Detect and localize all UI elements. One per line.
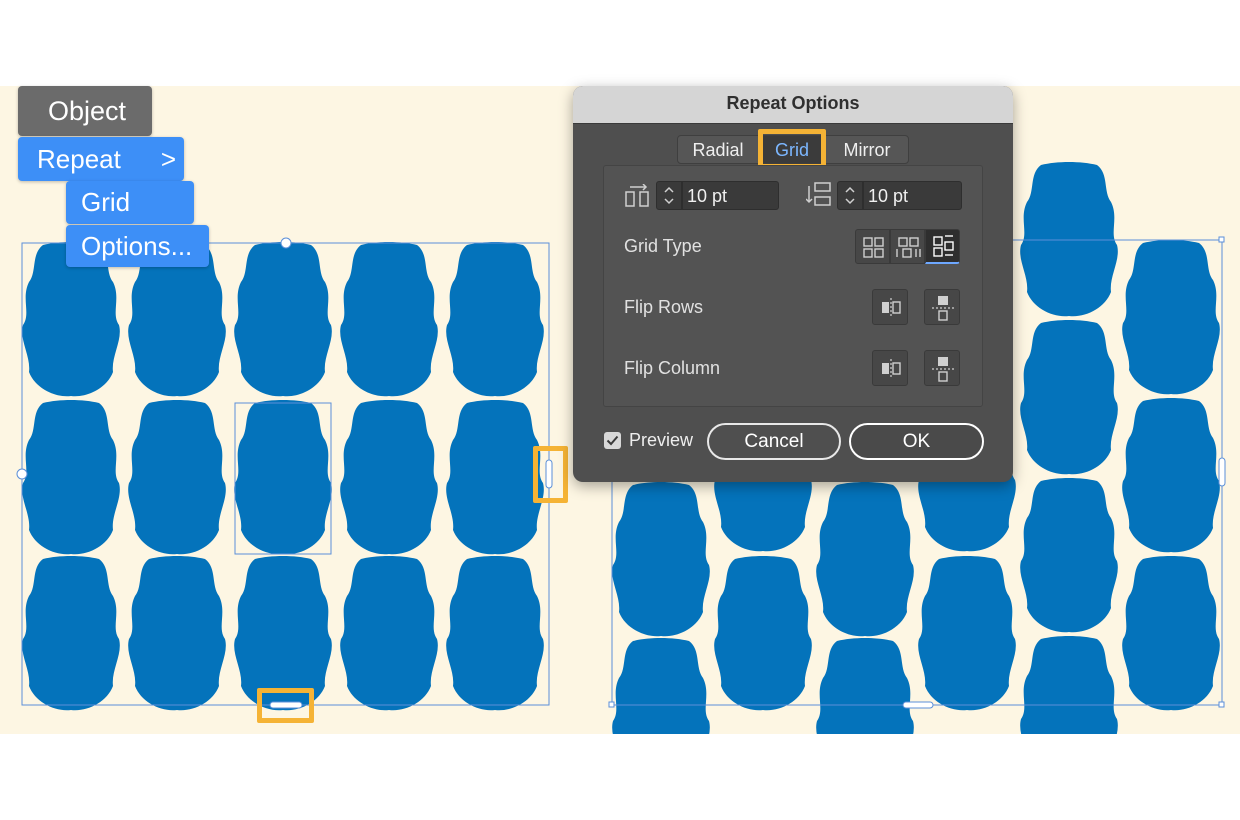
- grid-type-brick-row-button[interactable]: [890, 229, 925, 264]
- horizontal-spacing-icon: [625, 184, 649, 207]
- left-repeat-grid[interactable]: [16, 237, 553, 711]
- flip-vertical-icon: [932, 357, 954, 382]
- right-column-6: [1122, 240, 1220, 711]
- vertical-spacing-input[interactable]: 10 pt: [863, 181, 962, 210]
- flip-column-vertical-button[interactable]: [924, 350, 960, 386]
- stepper-arrows-icon: [664, 186, 674, 205]
- chevron-right-icon: >: [160, 144, 176, 174]
- flip-horizontal-icon: [882, 359, 901, 379]
- menu-object[interactable]: Object: [18, 86, 152, 136]
- stepper-arrows-icon: [845, 186, 855, 205]
- flip-rows-vertical-button[interactable]: [924, 289, 960, 325]
- vertical-spacing-stepper[interactable]: [837, 181, 863, 210]
- dialog-title: Repeat Options: [573, 86, 1013, 124]
- top-resize-handle[interactable]: [280, 237, 292, 249]
- spacing-handle-highlight: [257, 688, 314, 723]
- preview-label: Preview: [629, 430, 694, 450]
- preview-checkbox[interactable]: [604, 432, 621, 449]
- grid-type-label: Grid Type: [624, 236, 702, 256]
- flip-vertical-icon: [932, 296, 954, 321]
- horizontal-spacing-input[interactable]: 10 pt: [682, 181, 779, 210]
- menu-options-label: Options...: [81, 231, 193, 261]
- menu-grid-label: Grid: [81, 187, 131, 217]
- left-row-2: [22, 400, 544, 555]
- corner-handle[interactable]: [1218, 236, 1225, 243]
- cancel-button[interactable]: Cancel: [707, 423, 841, 460]
- spacing-handle-highlight: [533, 446, 568, 503]
- white-strip-bottom: [0, 734, 1240, 820]
- flip-column-label: Flip Column: [624, 358, 721, 378]
- left-resize-handle[interactable]: [16, 468, 28, 480]
- checkmark-icon: [606, 435, 619, 446]
- grid-type-brick-column-button[interactable]: [925, 229, 960, 264]
- grid-type-brick-by-column-icon: [933, 235, 954, 257]
- right-side-handle[interactable]: [1218, 457, 1226, 487]
- tab-mirror[interactable]: Mirror: [825, 135, 909, 164]
- grid-type-grid-button[interactable]: [855, 229, 890, 264]
- tab-grid-highlight: [758, 129, 826, 169]
- corner-handle[interactable]: [1218, 701, 1225, 708]
- flip-horizontal-icon: [882, 298, 901, 318]
- menu-repeat-label: Repeat: [37, 144, 121, 174]
- flip-column-horizontal-button[interactable]: [872, 350, 908, 386]
- right-bottom-handle[interactable]: [902, 701, 934, 709]
- tab-radial[interactable]: Radial: [677, 135, 759, 164]
- flip-rows-label: Flip Rows: [624, 297, 704, 317]
- menu-repeat[interactable]: Repeat >: [18, 137, 184, 181]
- menu-grid[interactable]: Grid: [66, 181, 194, 224]
- menu-object-label: Object: [48, 96, 127, 126]
- grid-type-grid-icon: [863, 237, 884, 258]
- grid-type-brick-by-row-icon: [896, 237, 921, 258]
- ok-button[interactable]: OK: [849, 423, 984, 460]
- corner-handle[interactable]: [608, 701, 615, 708]
- menu-options[interactable]: Options...: [66, 225, 209, 267]
- right-column-5: [1020, 162, 1118, 791]
- repeat-options-dialog: Repeat Options Radial Grid Mirror 10 pt …: [573, 86, 1013, 482]
- horizontal-spacing-stepper[interactable]: [656, 181, 682, 210]
- vertical-spacing-icon: [806, 182, 831, 206]
- flip-rows-horizontal-button[interactable]: [872, 289, 908, 325]
